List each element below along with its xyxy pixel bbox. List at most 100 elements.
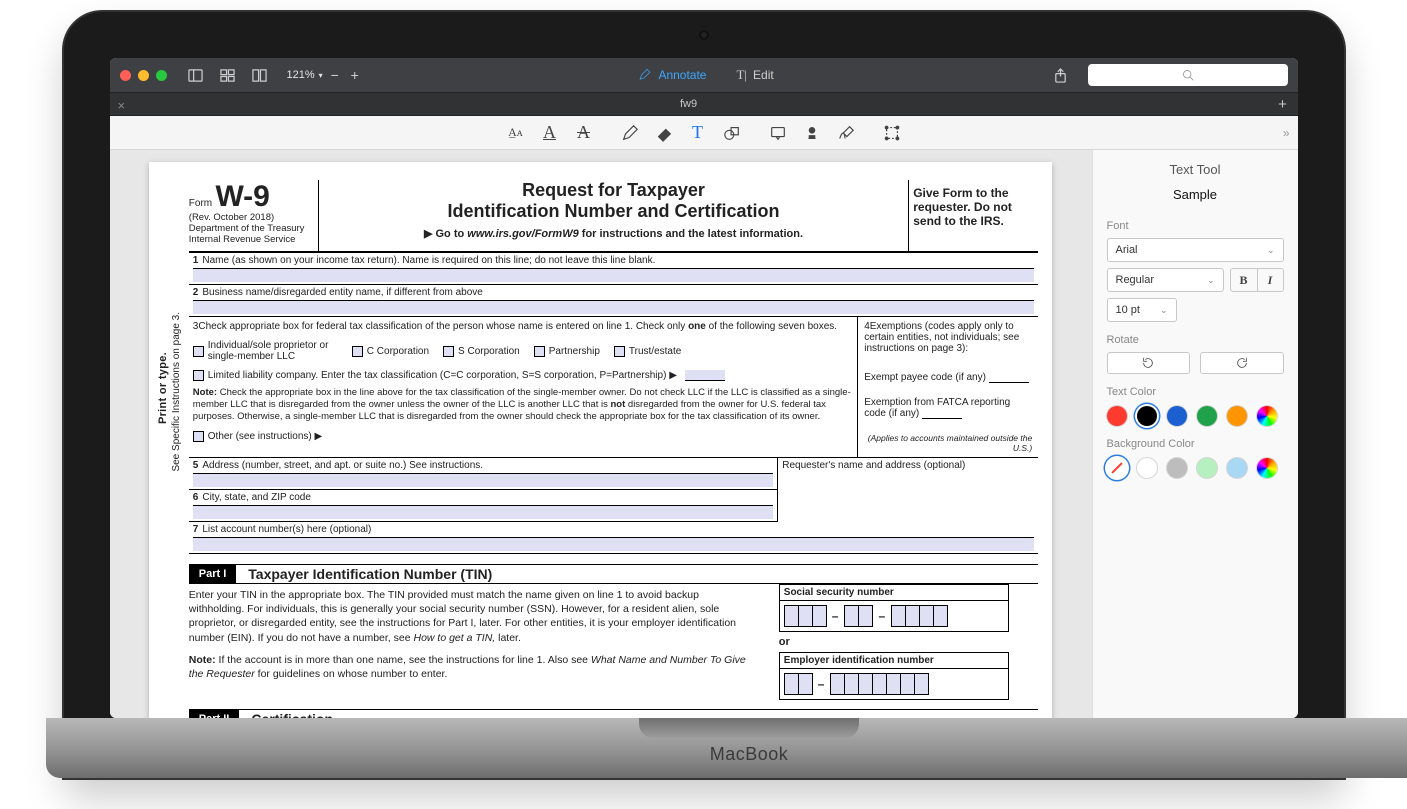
rotate-cw-button[interactable] — [1200, 352, 1284, 374]
two-page-view-button[interactable] — [249, 64, 271, 86]
font-weight-select[interactable]: Regular⌄ — [1107, 268, 1224, 292]
signature-tool[interactable] — [836, 123, 856, 143]
bg-color-picker[interactable] — [1257, 458, 1277, 478]
line1-field[interactable] — [193, 268, 1034, 282]
line6-label: City, state, and ZIP code — [202, 492, 311, 503]
edit-mode-button[interactable]: T| Edit — [726, 67, 783, 83]
tab-close-button[interactable]: × — [118, 98, 126, 113]
text-box-tool[interactable]: T — [688, 123, 708, 143]
sidebar-toggle-button[interactable] — [185, 64, 207, 86]
fullscreen-window-button[interactable] — [156, 70, 167, 81]
line5-field[interactable] — [193, 473, 773, 487]
document-tab[interactable]: × fw9 — [110, 98, 1268, 110]
line6-field[interactable] — [193, 505, 773, 519]
rotate-ccw-button[interactable] — [1107, 352, 1191, 374]
form-irs: Internal Revenue Service — [189, 234, 312, 245]
note-tool[interactable] — [768, 123, 788, 143]
hide-sidebar-button[interactable]: » — [1283, 126, 1290, 140]
italic-button[interactable]: I — [1257, 269, 1283, 291]
or-label: or — [779, 636, 1009, 648]
bg-color-grey[interactable] — [1167, 458, 1187, 478]
thumbnails-view-button[interactable] — [217, 64, 239, 86]
text-color-blue[interactable] — [1167, 406, 1187, 426]
document-canvas[interactable]: Print or type. See Specific Instructions… — [110, 150, 1093, 718]
text-color-picker[interactable] — [1257, 406, 1277, 426]
llc-classification-field[interactable] — [685, 370, 725, 381]
search-input[interactable] — [1088, 64, 1288, 86]
text-color-black[interactable] — [1137, 406, 1157, 426]
pencil-tool[interactable] — [620, 123, 640, 143]
tin-paragraph: Enter your TIN in the appropriate box. T… — [189, 584, 749, 649]
fatca-code-field[interactable] — [922, 408, 962, 419]
text-color-orange[interactable] — [1227, 406, 1247, 426]
line7-label: List account number(s) here (optional) — [202, 524, 371, 535]
text-color-green[interactable] — [1197, 406, 1217, 426]
zoom-out-button[interactable]: − — [327, 67, 343, 83]
font-family-select[interactable]: Arial⌄ — [1107, 238, 1284, 262]
strikethrough-tool[interactable]: A — [574, 123, 594, 143]
font-section-label: Font — [1107, 220, 1284, 232]
annotation-toolbar: A̲ᴀ A A T » — [110, 116, 1298, 150]
ein-field[interactable]: – — [780, 669, 1008, 699]
close-window-button[interactable] — [120, 70, 131, 81]
checkbox-s-corp[interactable]: S Corporation — [443, 340, 520, 362]
bold-italic-buttons: B I — [1230, 268, 1284, 292]
form-give-to: Give Form to the requester. Do not send … — [908, 180, 1038, 251]
new-tab-button[interactable]: + — [1268, 96, 1298, 113]
share-button[interactable] — [1050, 64, 1072, 86]
bg-color-none[interactable] — [1107, 458, 1127, 478]
checkbox-individual[interactable]: Individual/sole proprietor or single-mem… — [193, 340, 338, 362]
app-window: 121% ▾ − + Annotate T| Edit — [110, 58, 1298, 718]
fatca-note: (Applies to accounts maintained outside … — [864, 433, 1032, 453]
form-revision: (Rev. October 2018) — [189, 212, 312, 223]
text-color-red[interactable] — [1107, 406, 1127, 426]
selection-tool[interactable] — [882, 123, 902, 143]
text-sample: Sample — [1107, 187, 1284, 202]
shape-tool[interactable] — [722, 123, 742, 143]
checkbox-llc[interactable]: Limited liability company. Enter the tax… — [193, 370, 677, 381]
content-area: Print or type. See Specific Instructions… — [110, 150, 1298, 718]
eraser-tool[interactable] — [654, 123, 674, 143]
macbook-base: MacBook — [46, 718, 1407, 778]
bg-color-sky[interactable] — [1227, 458, 1247, 478]
checkbox-trust[interactable]: Trust/estate — [614, 340, 681, 362]
part1-title: Taxpayer Identification Number (TIN) — [248, 566, 492, 582]
tin-note: Note: If the account is in more than one… — [189, 649, 749, 685]
checkbox-c-corp[interactable]: C Corporation — [352, 340, 429, 362]
stamp-tool[interactable] — [802, 123, 822, 143]
text-color-section-label: Text Color — [1107, 386, 1284, 398]
macbook-label: MacBook — [710, 744, 789, 765]
bg-color-section-label: Background Color — [1107, 438, 1284, 450]
inspector-title: Text Tool — [1107, 162, 1284, 177]
line7-field[interactable] — [193, 537, 1034, 551]
checkbox-other[interactable]: Other (see instructions) ▶ — [193, 431, 322, 442]
exempt-payee-field[interactable] — [989, 372, 1029, 383]
font-size-select[interactable]: 10 pt⌄ — [1107, 298, 1177, 322]
chevron-down-icon: ⌄ — [1160, 305, 1168, 316]
line4-label: Exemptions (codes apply only to certain … — [864, 321, 1019, 354]
line2-field[interactable] — [193, 300, 1034, 314]
zoom-control[interactable]: 121% ▾ − + — [287, 67, 363, 83]
chevron-down-icon: ⌄ — [1267, 245, 1275, 256]
text-color-swatches — [1107, 406, 1284, 426]
window-titlebar: 121% ▾ − + Annotate T| Edit — [110, 58, 1298, 92]
underline-tool[interactable]: A — [540, 123, 560, 143]
bg-color-mint[interactable] — [1197, 458, 1217, 478]
checkbox-partnership[interactable]: Partnership — [534, 340, 600, 362]
font-style-tool[interactable]: A̲ᴀ — [506, 123, 526, 143]
line1-label: Name (as shown on your income tax return… — [202, 255, 655, 266]
zoom-in-button[interactable]: + — [347, 67, 363, 83]
chevron-down-icon: ⌄ — [1207, 275, 1215, 286]
form-code: W-9 — [215, 180, 269, 213]
bold-button[interactable]: B — [1231, 269, 1257, 291]
line2-label: Business name/disregarded entity name, i… — [202, 287, 483, 298]
line5-label: Address (number, street, and apt. or sui… — [202, 460, 483, 471]
minimize-window-button[interactable] — [138, 70, 149, 81]
pdf-page: Print or type. See Specific Instructions… — [149, 162, 1052, 718]
bg-color-white[interactable] — [1137, 458, 1157, 478]
form-title-1: Request for Taxpayer — [522, 180, 705, 200]
vertical-label-print: Print or type. — [157, 352, 169, 424]
annotate-mode-button[interactable]: Annotate — [628, 68, 716, 82]
inspector-sidebar: Text Tool Sample Font Arial⌄ Regular⌄ B … — [1093, 150, 1298, 718]
ssn-field[interactable]: – – — [780, 601, 1008, 631]
